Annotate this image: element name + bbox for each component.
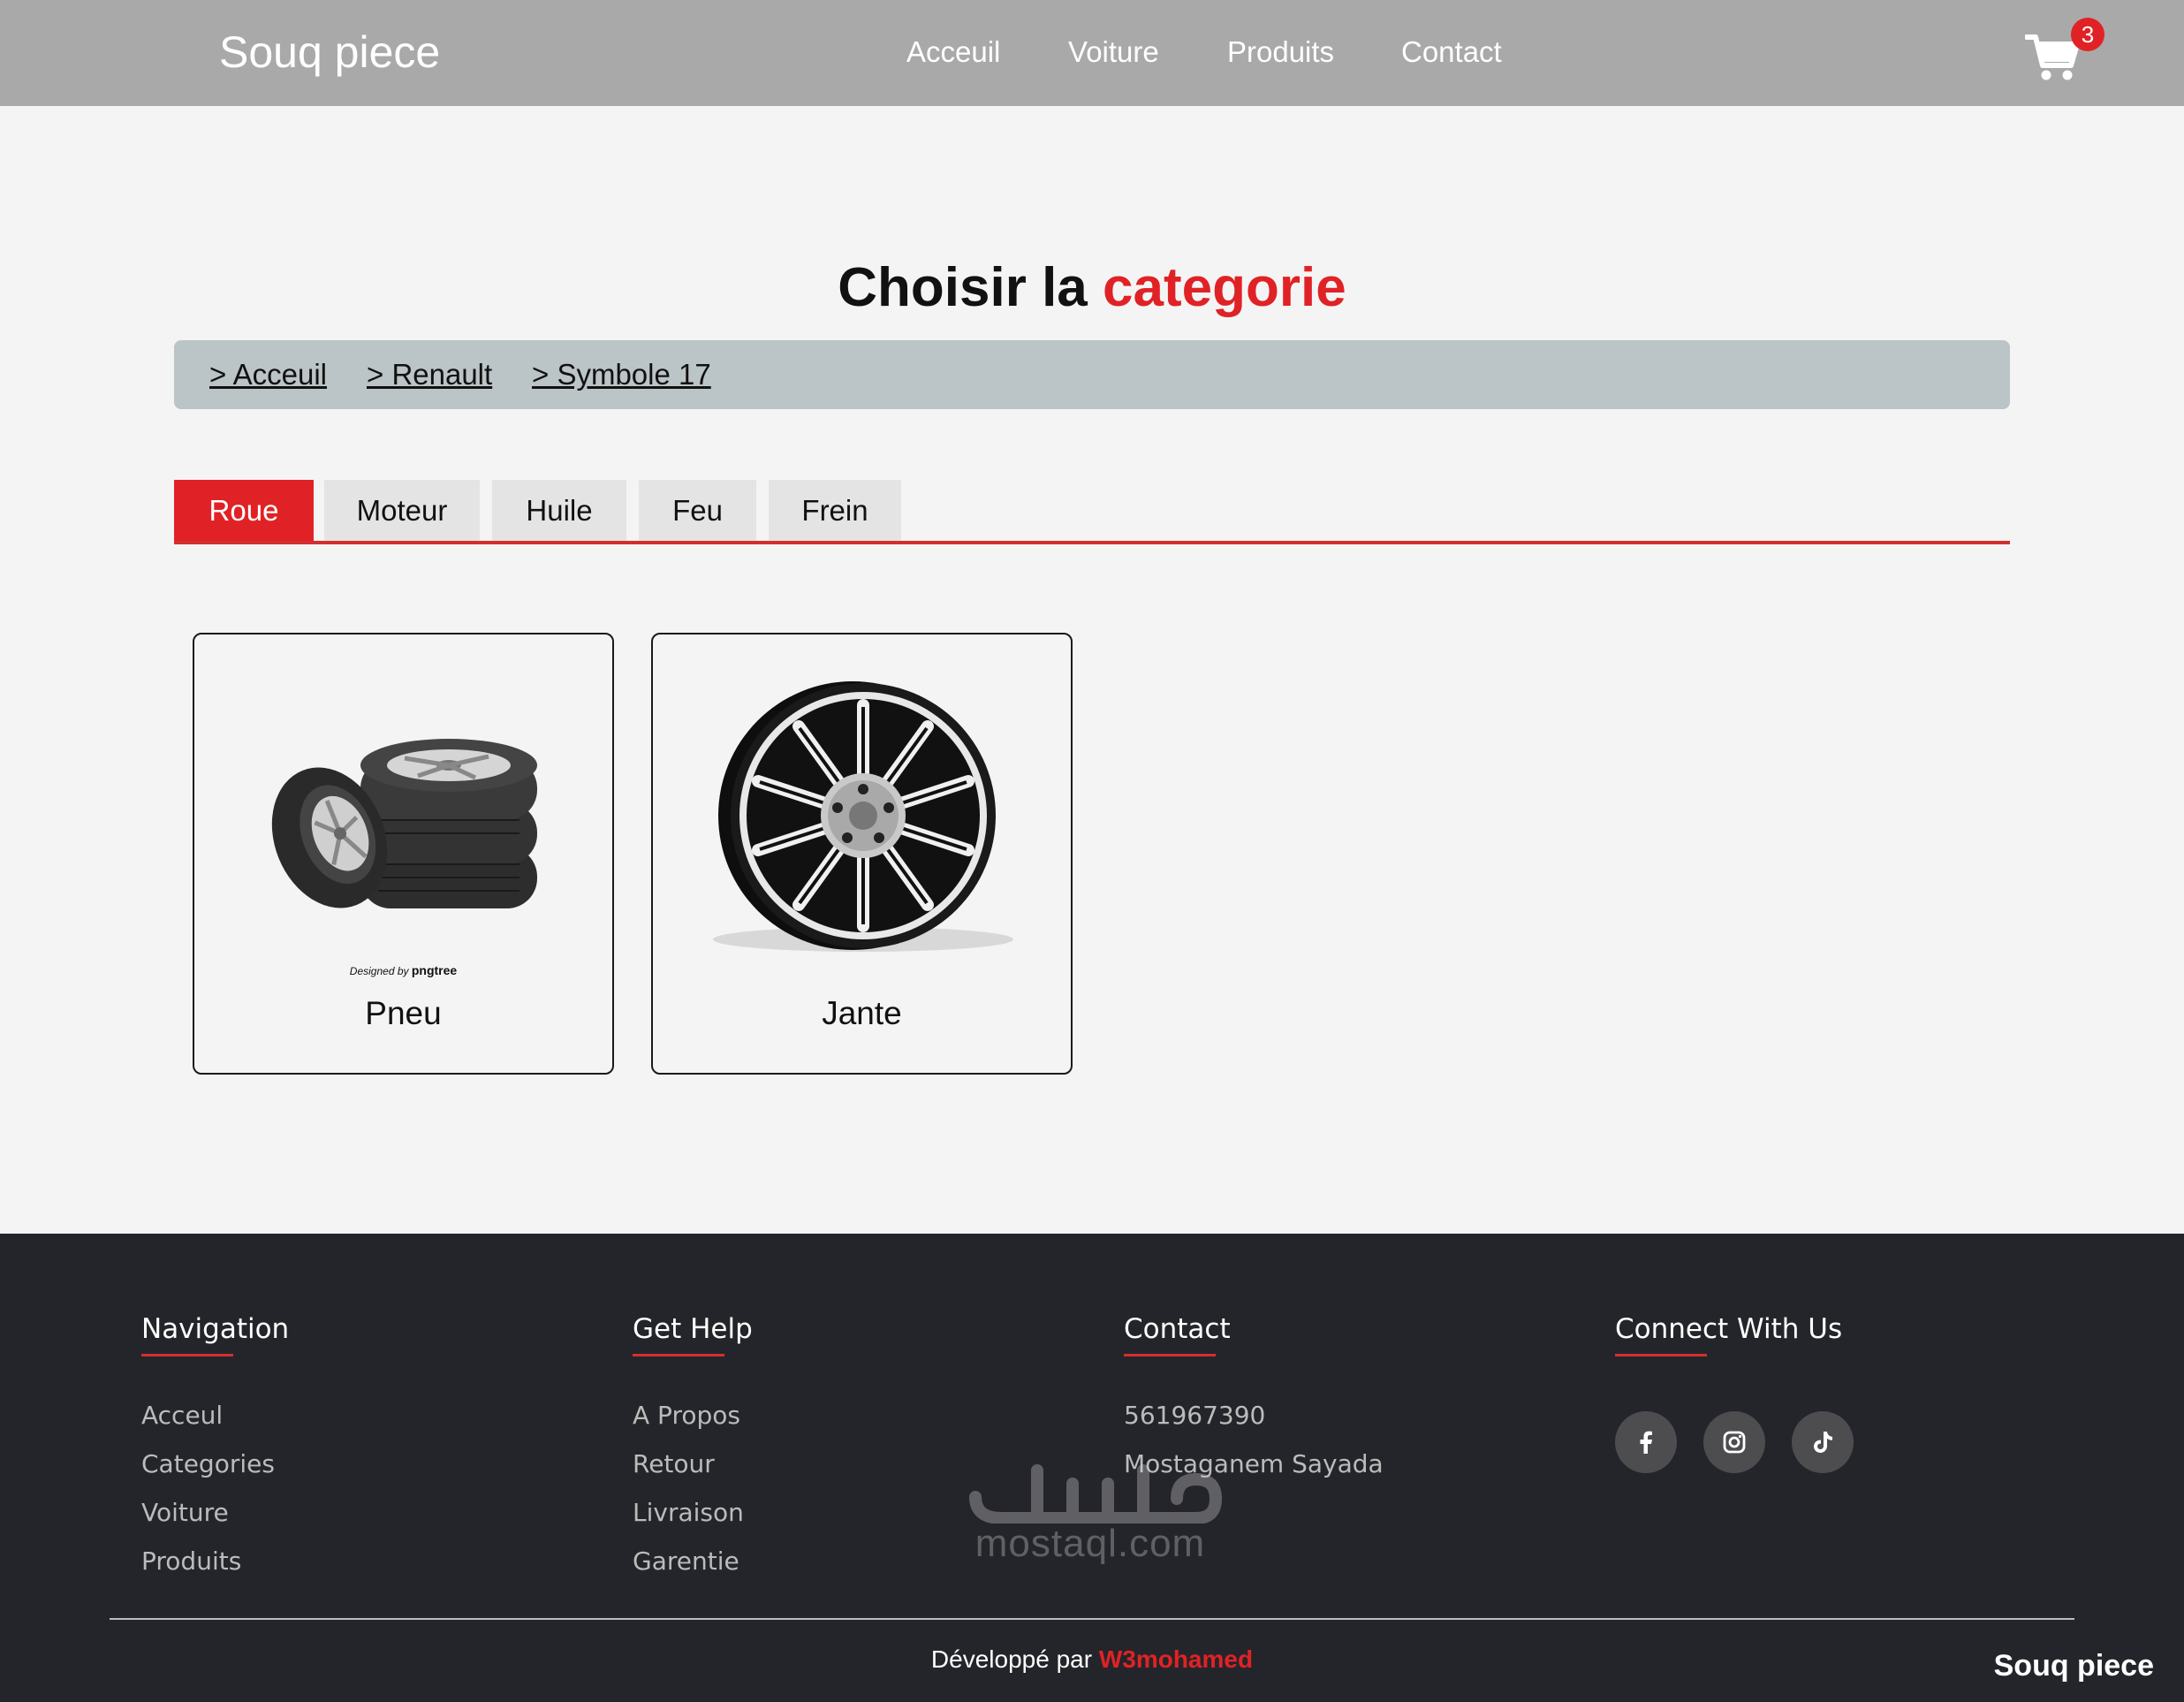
tab-moteur[interactable]: Moteur: [324, 480, 480, 541]
footer-heading-contact: Contact: [1124, 1313, 1231, 1345]
image-credit: Designed by pngtree: [194, 963, 612, 977]
footer-link-acceul[interactable]: Acceul: [141, 1401, 289, 1449]
footer-col-connect: Connect With Us: [1615, 1313, 1876, 1473]
footer-heading-underline: [141, 1354, 233, 1356]
page-title-accent: categorie: [1103, 257, 1346, 318]
footer-heading-underline: [633, 1354, 724, 1356]
footer-heading-underline: [1615, 1354, 1707, 1356]
card-label-jante: Jante: [822, 995, 902, 1031]
image-credit-brand: pngtree: [411, 963, 458, 977]
main-nav: Acceuil Voiture Produits Contact: [0, 35, 2184, 71]
breadcrumb-acceuil[interactable]: > Acceuil: [209, 358, 327, 391]
footer-heading-connect: Connect With Us: [1615, 1313, 1843, 1345]
tab-frein[interactable]: Frein: [769, 480, 901, 541]
cart-count-badge: 3: [2071, 18, 2104, 51]
footer-divider: [110, 1618, 2074, 1620]
instagram-icon[interactable]: [1703, 1411, 1766, 1473]
developer-credit: Développé par W3mohamed: [0, 1645, 2184, 1674]
footer-col-get-help: Get Help A Propos Retour Livraison Garen…: [633, 1313, 753, 1595]
watermark-text: mostaql.com: [974, 1522, 1206, 1565]
footer-phone: 561967390: [1124, 1401, 1266, 1430]
nav-link-produits[interactable]: Produits: [1227, 35, 1334, 69]
card-label-pneu: Pneu: [365, 995, 442, 1031]
developer-name[interactable]: W3mohamed: [1099, 1645, 1253, 1673]
page-title: Choisir la categorie: [0, 256, 2184, 319]
footer-link-produits[interactable]: Produits: [141, 1546, 289, 1595]
tab-feu[interactable]: Feu: [639, 480, 756, 541]
footer-heading-underline: [1124, 1354, 1216, 1356]
developer-prefix: Développé par: [930, 1645, 1093, 1673]
tab-huile[interactable]: Huile: [492, 480, 626, 541]
nav-link-acceuil[interactable]: Acceuil: [906, 35, 1000, 69]
tab-roue[interactable]: Roue: [174, 480, 314, 541]
footer-brand: Souq piece: [1993, 1649, 2154, 1683]
tires-stack-image: [271, 739, 537, 908]
page-title-main: Choisir la: [838, 257, 1088, 318]
footer-link-garentie[interactable]: Garentie: [633, 1546, 753, 1595]
product-card-jante[interactable]: Jante: [651, 633, 1073, 1075]
watermark: mostaql.com: [958, 1444, 1223, 1565]
image-credit-prefix: Designed by: [349, 965, 409, 977]
footer-link-livraison[interactable]: Livraison: [633, 1498, 753, 1546]
footer-link-voiture[interactable]: Voiture: [141, 1498, 289, 1546]
breadcrumb: > Acceuil > Renault > Symbole 17: [174, 340, 2010, 409]
breadcrumb-renault[interactable]: > Renault: [367, 358, 492, 391]
breadcrumb-symbole-17[interactable]: > Symbole 17: [532, 358, 711, 391]
footer: Navigation Acceul Categories Voiture Pro…: [0, 1234, 2184, 1702]
nav-link-voiture[interactable]: Voiture: [1068, 35, 1159, 69]
alloy-rim-image: [713, 681, 1013, 952]
footer-link-a-propos[interactable]: A Propos: [633, 1401, 753, 1449]
footer-heading-get-help: Get Help: [633, 1313, 753, 1345]
footer-heading-navigation: Navigation: [141, 1313, 290, 1345]
footer-link-categories[interactable]: Categories: [141, 1449, 289, 1498]
nav-link-contact[interactable]: Contact: [1401, 35, 1502, 69]
tiktok-icon[interactable]: [1792, 1411, 1854, 1473]
social-links: [1615, 1411, 1876, 1473]
footer-link-retour[interactable]: Retour: [633, 1449, 753, 1498]
product-card-pneu[interactable]: Designed by pngtree Pneu: [193, 633, 614, 1075]
category-tabs: Roue Moteur Huile Feu Frein: [174, 480, 2010, 544]
facebook-icon[interactable]: [1615, 1411, 1677, 1473]
footer-col-navigation: Navigation Acceul Categories Voiture Pro…: [141, 1313, 289, 1595]
top-navbar: Souq piece Acceuil Voiture Produits Cont…: [0, 0, 2184, 106]
